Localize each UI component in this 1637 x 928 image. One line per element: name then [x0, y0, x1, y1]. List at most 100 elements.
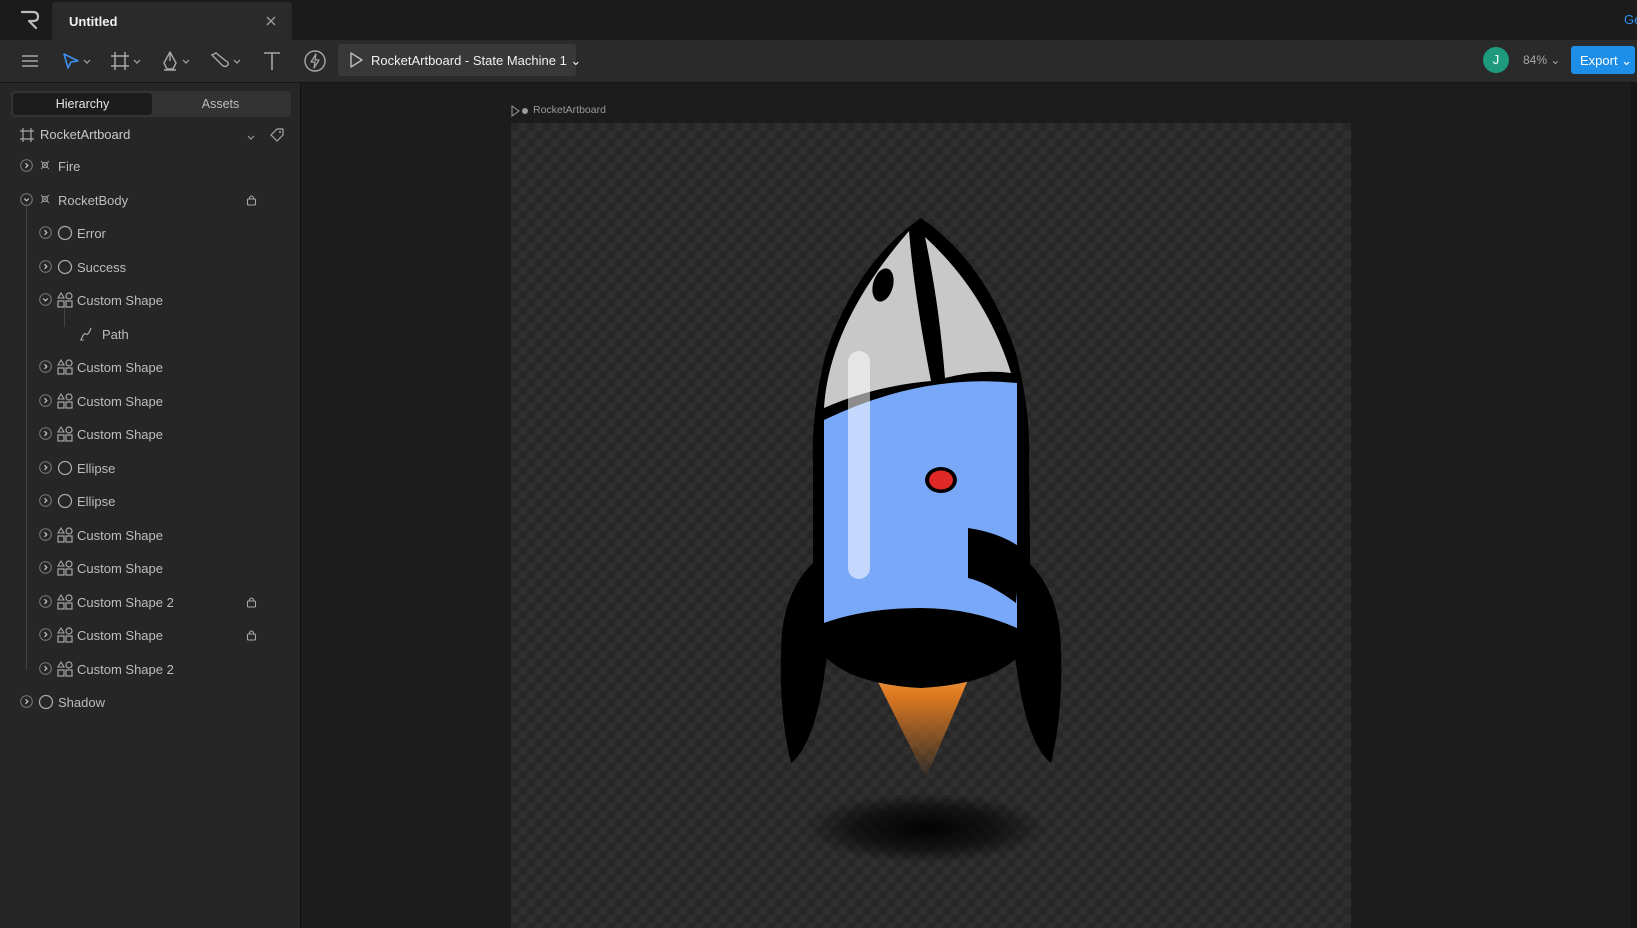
layer-row[interactable]: Custom Shape 2 [0, 585, 300, 619]
select-tool-icon[interactable] [60, 49, 94, 73]
title-bar: Untitled Ge [0, 0, 1637, 40]
highlight-shape[interactable] [848, 351, 870, 579]
layer-row[interactable]: Custom Shape [0, 350, 300, 384]
group-icon [38, 158, 52, 175]
layer-row[interactable]: Success [0, 250, 300, 284]
artboard-name: RocketArtboard [40, 127, 131, 142]
group-icon [38, 192, 52, 209]
menu-icon[interactable] [19, 49, 41, 73]
layer-label: Shadow [58, 695, 105, 710]
layer-row[interactable]: Custom Shape [0, 551, 300, 585]
expand-toggle-icon[interactable] [39, 628, 52, 644]
layer-row[interactable]: Shadow [0, 685, 300, 719]
expand-toggle-icon[interactable] [39, 360, 52, 376]
shadow-shape[interactable] [806, 793, 1046, 863]
artboard-row[interactable]: RocketArtboard [0, 120, 300, 150]
expand-toggle-icon[interactable] [39, 594, 52, 611]
pen-tool-icon[interactable] [158, 49, 192, 73]
custom-shape-icon [57, 593, 73, 613]
custom-shape-icon [57, 660, 73, 680]
layer-row[interactable]: Error [0, 216, 300, 250]
expand-toggle-icon[interactable] [39, 527, 52, 544]
layer-label: Custom Shape [77, 393, 163, 409]
layer-label: Custom Shape [77, 527, 163, 543]
custom-shape-icon [57, 291, 73, 311]
layer-row[interactable]: Ellipse [0, 451, 300, 485]
ellipse-icon [57, 225, 73, 244]
custom-shape-icon [57, 526, 73, 546]
layer-label: RocketBody [58, 192, 129, 208]
play-small-icon [511, 105, 528, 117]
expand-toggle-icon[interactable] [39, 427, 52, 443]
canvas-scrollbar[interactable] [1631, 83, 1637, 928]
export-button-label: Export ⌄ [1580, 53, 1633, 68]
layer-row[interactable]: Custom Shape [0, 618, 300, 652]
expand-toggle-icon[interactable] [39, 259, 52, 276]
state-machine-play-menu[interactable]: RocketArtboard - State Machine 1 ⌄ [338, 44, 581, 76]
expand-toggle-icon[interactable] [39, 393, 52, 410]
tab-hierarchy[interactable]: Hierarchy [13, 93, 152, 115]
lock-icon[interactable] [246, 629, 257, 644]
expand-toggle-icon[interactable] [39, 661, 52, 678]
lock-icon[interactable] [246, 194, 257, 209]
hierarchy-panel: Hierarchy Assets RocketArtboard Fire Rock… [0, 83, 301, 928]
expand-toggle-icon[interactable] [39, 561, 52, 577]
layer-label: Custom Shape [77, 561, 163, 576]
artboard-label-text: RocketArtboard [533, 104, 606, 116]
expand-toggle-icon[interactable] [39, 226, 52, 242]
ellipse-icon [57, 493, 73, 512]
close-icon[interactable] [263, 13, 279, 29]
canvas[interactable]: RocketArtboard [301, 83, 1637, 928]
tab-assets[interactable]: Assets [151, 93, 290, 115]
rocket-illustration[interactable] [511, 123, 1351, 928]
layer-label: Custom Shape [77, 427, 163, 442]
document-tab[interactable]: Untitled [52, 2, 292, 40]
ellipse-icon [57, 259, 73, 278]
tag-icon[interactable] [270, 128, 284, 145]
porthole-error[interactable] [929, 470, 953, 490]
layer-label: Ellipse [77, 494, 116, 509]
layer-row[interactable]: Path [0, 317, 300, 351]
animate-mode-icon[interactable] [303, 49, 327, 73]
layer-row[interactable]: Custom Shape [0, 384, 300, 418]
collapse-toggle-icon[interactable] [39, 293, 52, 309]
collapse-toggle-icon[interactable] [20, 192, 33, 209]
panel-tabs: Hierarchy Assets [11, 91, 291, 117]
lock-icon[interactable] [246, 596, 257, 611]
layer-label: Custom Shape [77, 293, 163, 308]
avatar[interactable]: J [1483, 47, 1509, 73]
layer-label: Success [77, 259, 127, 275]
layer-row[interactable]: Custom Shape [0, 417, 300, 451]
export-button[interactable]: Export ⌄ [1571, 46, 1635, 74]
custom-shape-icon [57, 392, 73, 412]
expand-toggle-icon[interactable] [39, 460, 52, 477]
text-tool-icon[interactable] [260, 49, 284, 73]
toolbar: RocketArtboard - State Machine 1 ⌄ J 84%… [0, 40, 1637, 83]
state-machine-label: RocketArtboard - State Machine 1 ⌄ [371, 53, 582, 68]
expand-toggle-icon[interactable] [20, 695, 33, 711]
layer-row[interactable]: Ellipse [0, 484, 300, 518]
chevron-down-icon[interactable] [246, 130, 256, 145]
app-logo-icon[interactable] [18, 9, 42, 31]
path-icon [78, 326, 94, 345]
artboard[interactable] [511, 123, 1351, 928]
ellipse-icon [57, 460, 73, 479]
shape-tool-icon[interactable] [208, 49, 242, 73]
top-right-link[interactable]: Ge [1624, 12, 1637, 27]
ellipse-icon [38, 694, 54, 713]
layer-row[interactable]: RocketBody [0, 183, 300, 217]
artboard-tool-icon[interactable] [108, 49, 142, 73]
expand-toggle-icon[interactable] [39, 494, 52, 510]
layer-row[interactable]: Custom Shape 2 [0, 652, 300, 686]
expand-toggle-icon[interactable] [20, 159, 33, 175]
layer-row[interactable]: Custom Shape [0, 283, 300, 317]
zoom-level[interactable]: 84% ⌄ [1523, 53, 1560, 67]
layer-row[interactable]: Custom Shape [0, 518, 300, 552]
custom-shape-icon [57, 358, 73, 378]
layer-row[interactable]: Fire [0, 149, 300, 183]
custom-shape-icon [57, 626, 73, 646]
layer-label: Error [77, 226, 106, 241]
document-tab-title: Untitled [69, 14, 118, 29]
layer-label: Custom Shape [77, 360, 163, 375]
play-icon [348, 52, 364, 71]
